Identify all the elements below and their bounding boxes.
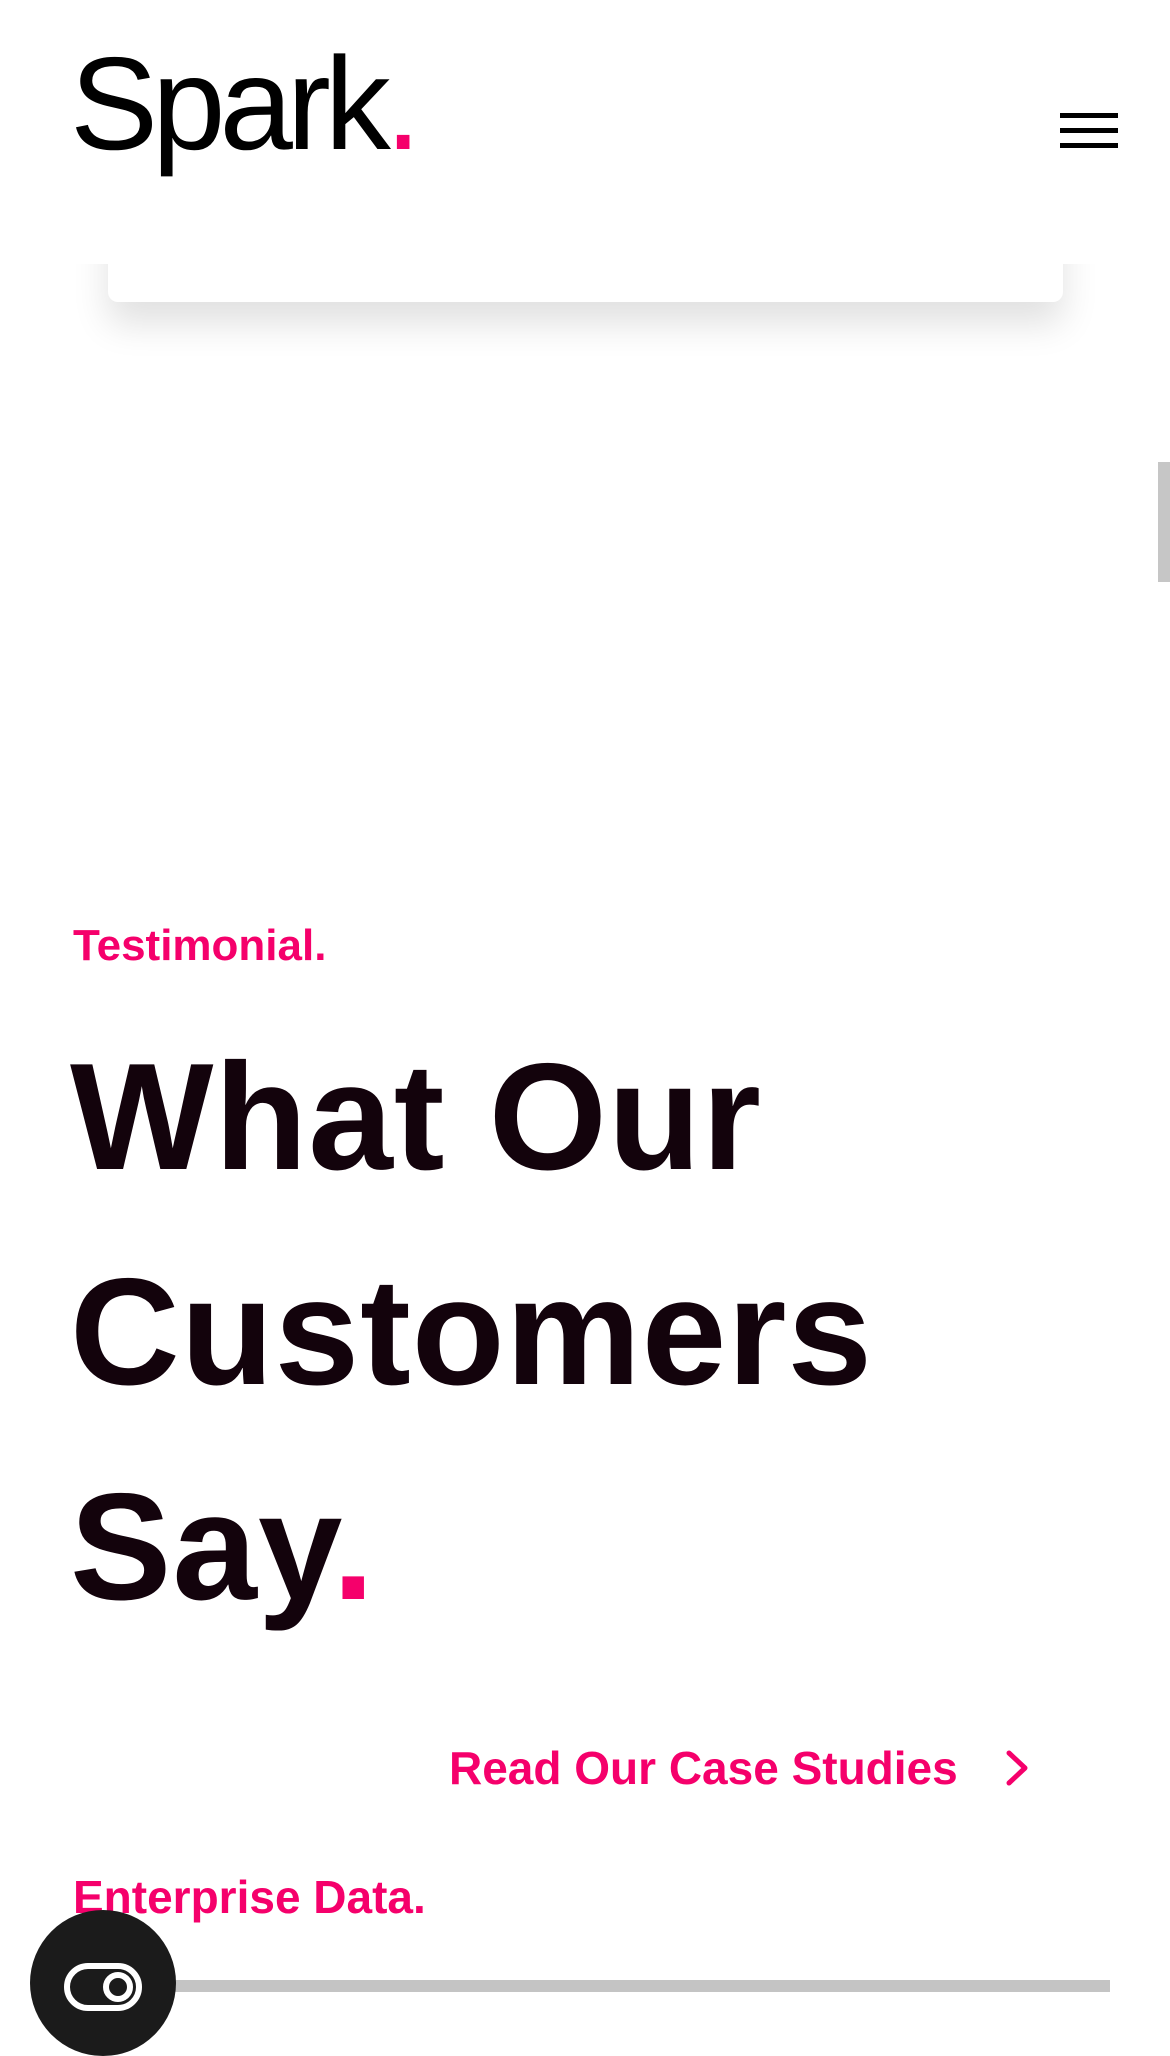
logo-text: Spark bbox=[70, 30, 391, 177]
headline-line-1: What Our bbox=[70, 1032, 762, 1202]
headline-line-3: Say. bbox=[70, 1440, 1070, 1655]
headline-line-3-text: Say bbox=[70, 1462, 333, 1632]
logo-dot: . bbox=[384, 30, 422, 177]
toggle-icon bbox=[64, 1963, 142, 2011]
headline-dot: . bbox=[332, 1462, 376, 1632]
headline-line-2: Customers bbox=[70, 1247, 873, 1417]
content-divider bbox=[58, 1980, 1110, 1992]
chevron-right-icon bbox=[1006, 1750, 1028, 1786]
section-eyebrow: Testimonial. bbox=[73, 921, 327, 970]
site-header: Spark. bbox=[0, 0, 1170, 264]
logo[interactable]: Spark. bbox=[70, 38, 421, 170]
read-case-studies-link[interactable]: Read Our Case Studies bbox=[449, 1738, 1032, 1798]
scrollbar-thumb[interactable] bbox=[1158, 462, 1170, 582]
floating-toggle-button[interactable] bbox=[30, 1910, 176, 2056]
case-studies-link-label: Read Our Case Studies bbox=[449, 1742, 958, 1794]
hamburger-menu-icon[interactable] bbox=[1060, 110, 1118, 152]
section-headline: What Our Customers Say. bbox=[70, 1010, 1070, 1655]
